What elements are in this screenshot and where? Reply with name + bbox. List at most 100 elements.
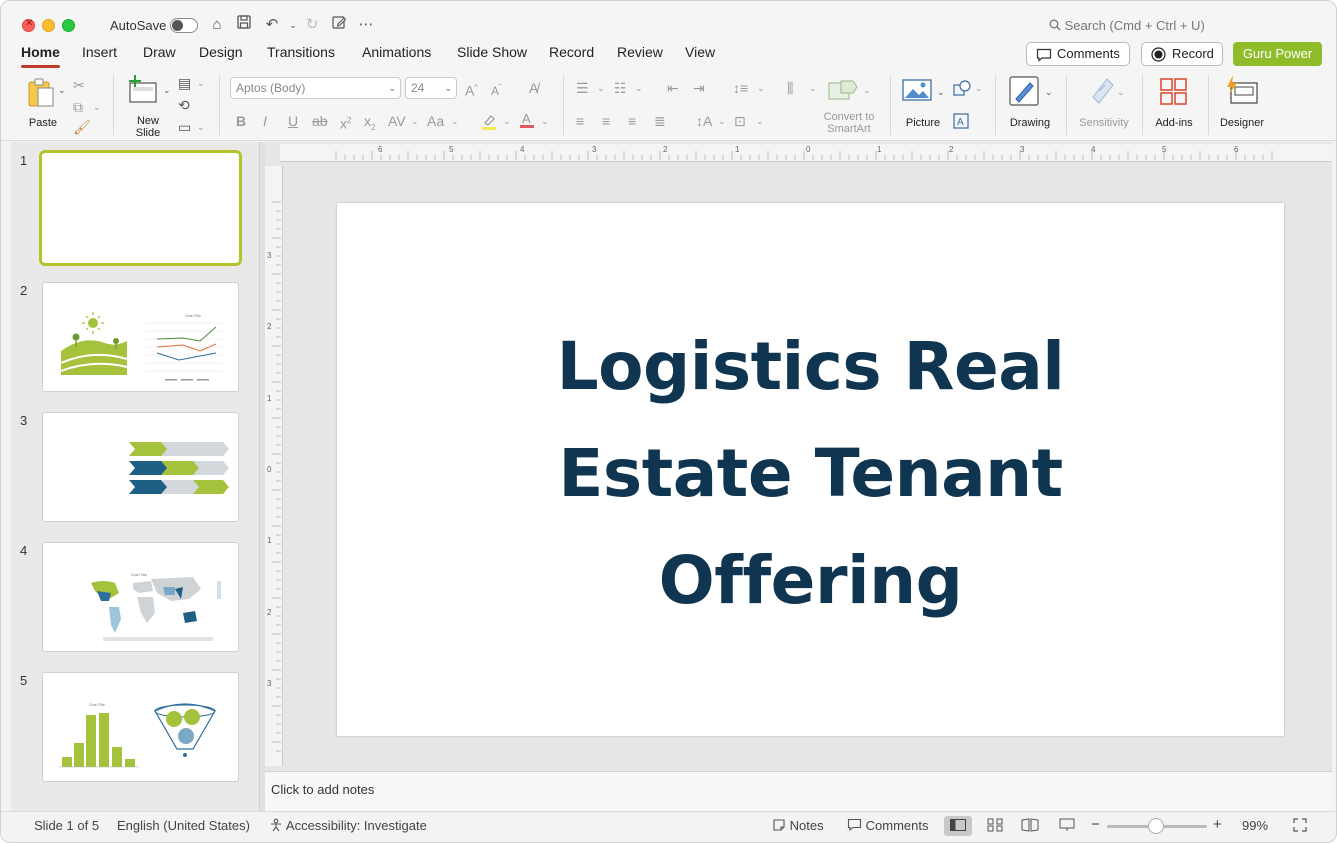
italic-icon[interactable]: I [263, 113, 267, 129]
comments-toggle[interactable]: Comments [847, 818, 928, 833]
columns-icon[interactable]: ⫼ [787, 80, 793, 96]
autosave-toggle[interactable] [170, 18, 198, 33]
copy-icon[interactable]: ⧉ [73, 99, 83, 115]
tab-home[interactable]: Home [21, 44, 60, 68]
superscript-icon[interactable]: x2 [340, 113, 351, 132]
more-icon[interactable]: ⋯ [355, 14, 377, 36]
line-spacing-dropdown-icon[interactable]: ⌄ [757, 80, 765, 96]
tab-design[interactable]: Design [199, 44, 243, 60]
zoom-slider-handle[interactable] [1148, 818, 1164, 834]
subscript-icon[interactable]: x2 [364, 113, 375, 136]
zoom-level[interactable]: 99% [1242, 818, 1268, 833]
format-painter-icon[interactable]: 🖌 [73, 119, 91, 135]
slide-thumbnail-3[interactable] [42, 412, 239, 522]
close-window-button[interactable] [22, 18, 35, 32]
font-color-dropdown-icon[interactable]: ⌄ [541, 113, 549, 129]
slide-thumbnail-5[interactable]: Chart Title [42, 672, 239, 782]
undo-icon[interactable]: ↶ [261, 14, 283, 36]
decrease-indent-icon[interactable]: ⇤ [667, 80, 679, 96]
notes-pane[interactable]: Click to add notes [265, 771, 1332, 811]
highlight-icon[interactable] [481, 113, 497, 134]
numbering-icon[interactable]: ☷ [614, 80, 627, 96]
align-text-icon[interactable]: ⊡ [734, 113, 746, 129]
tab-record[interactable]: Record [549, 44, 594, 60]
reading-view-icon[interactable] [1016, 816, 1044, 836]
change-case-icon[interactable]: Aa [427, 113, 444, 129]
character-spacing-dropdown-icon[interactable]: ⌄ [411, 113, 419, 129]
tab-insert[interactable]: Insert [82, 44, 117, 60]
redo-icon[interactable]: ↻ [301, 14, 323, 36]
minimize-window-button[interactable] [42, 19, 55, 32]
text-direction-dropdown-icon[interactable]: ⌄ [718, 113, 726, 129]
drawing-button[interactable]: ⌄ Drawing [1005, 75, 1055, 131]
tab-draw[interactable]: Draw [143, 44, 176, 60]
slide-show-icon[interactable] [1053, 816, 1081, 836]
slide-thumbnail-1[interactable] [39, 150, 242, 266]
slide-thumbnail-2[interactable]: Chart Title [42, 282, 239, 392]
fit-to-window-icon[interactable] [1286, 816, 1314, 836]
picture-button[interactable]: ⌄ Picture [899, 75, 947, 131]
cut-icon[interactable]: ✂ [73, 77, 85, 93]
layout-icon[interactable]: ▤ [178, 75, 191, 91]
bullets-dropdown-icon[interactable]: ⌄ [597, 80, 605, 96]
increase-indent-icon[interactable]: ⇥ [693, 80, 705, 96]
new-slide-dropdown-icon[interactable]: ⌄ [163, 85, 171, 96]
guru-power-button[interactable]: Guru Power [1233, 42, 1322, 66]
align-right-icon[interactable]: ≡ [628, 113, 636, 129]
zoom-window-button[interactable] [62, 19, 75, 32]
notes-toggle[interactable]: Notes [772, 818, 824, 833]
text-direction-icon[interactable]: ↕A [696, 113, 712, 129]
section-dropdown-icon[interactable]: ⌄ [197, 119, 205, 135]
tab-slide-show[interactable]: Slide Show [457, 44, 527, 60]
save-icon[interactable] [233, 14, 255, 36]
font-name-select[interactable]: Aptos (Body) ⌄ [230, 77, 401, 99]
section-icon[interactable]: ▭ [178, 119, 191, 135]
convert-to-smartart-button[interactable]: ⌄ Convert to SmartArt [819, 77, 879, 135]
edit-icon[interactable] [328, 14, 350, 36]
character-spacing-icon[interactable]: AV [388, 113, 406, 129]
numbering-dropdown-icon[interactable]: ⌄ [635, 80, 643, 96]
record-button[interactable]: Record [1141, 42, 1223, 66]
tab-animations[interactable]: Animations [362, 44, 431, 60]
text-box-icon[interactable]: A [953, 113, 969, 132]
shrink-font-icon[interactable]: Aˇ [491, 80, 502, 99]
shapes-icon[interactable] [953, 80, 971, 99]
slide-sorter-icon[interactable] [981, 816, 1009, 836]
line-spacing-icon[interactable]: ↕≡ [733, 80, 748, 96]
home-icon[interactable]: ⌂ [206, 14, 228, 36]
slide-title[interactable]: Logistics Real Estate Tenant Offering [457, 313, 1164, 634]
justify-icon[interactable]: ≣ [654, 113, 666, 129]
language-status[interactable]: English (United States) [117, 818, 250, 833]
align-text-dropdown-icon[interactable]: ⌄ [756, 113, 764, 129]
font-size-select[interactable]: 24 ⌄ [405, 77, 457, 99]
tab-transitions[interactable]: Transitions [267, 44, 335, 60]
paste-button[interactable]: ⌄ Paste [23, 75, 67, 130]
zoom-in-icon[interactable]: + [1213, 816, 1222, 833]
add-ins-button[interactable]: Add-ins [1149, 75, 1199, 131]
zoom-out-icon[interactable]: − [1091, 816, 1100, 833]
strikethrough-icon[interactable]: ab [312, 113, 328, 129]
slide-canvas[interactable]: Logistics Real Estate Tenant Offering [337, 203, 1284, 736]
reset-slide-icon[interactable]: ⟲ [178, 97, 190, 113]
designer-button[interactable]: Designer [1215, 73, 1269, 131]
comments-button[interactable]: Comments [1026, 42, 1130, 66]
change-case-dropdown-icon[interactable]: ⌄ [451, 113, 459, 129]
bold-icon[interactable]: B [236, 113, 246, 129]
slide-thumbnail-4[interactable]: Chart Title [42, 542, 239, 652]
columns-dropdown-icon[interactable]: ⌄ [809, 80, 817, 96]
underline-icon[interactable]: U [288, 113, 298, 129]
search-box[interactable]: Search (Cmd + Ctrl + U) [1049, 18, 1205, 33]
layout-dropdown-icon[interactable]: ⌄ [197, 75, 205, 91]
grow-font-icon[interactable]: A^ [465, 80, 478, 99]
copy-dropdown-icon[interactable]: ⌄ [93, 99, 101, 115]
tab-view[interactable]: View [685, 44, 715, 60]
tab-review[interactable]: Review [617, 44, 663, 60]
clear-formatting-icon[interactable]: A̸ [529, 80, 538, 96]
paste-dropdown-icon[interactable]: ⌄ [58, 85, 66, 96]
bullets-icon[interactable]: ☰ [576, 80, 589, 96]
normal-view-icon[interactable] [944, 816, 972, 836]
align-left-icon[interactable]: ≡ [576, 113, 584, 129]
new-slide-button[interactable]: ⌄ New Slide [125, 73, 175, 139]
font-color-icon[interactable]: A [519, 111, 535, 132]
align-center-icon[interactable]: ≡ [602, 113, 610, 129]
